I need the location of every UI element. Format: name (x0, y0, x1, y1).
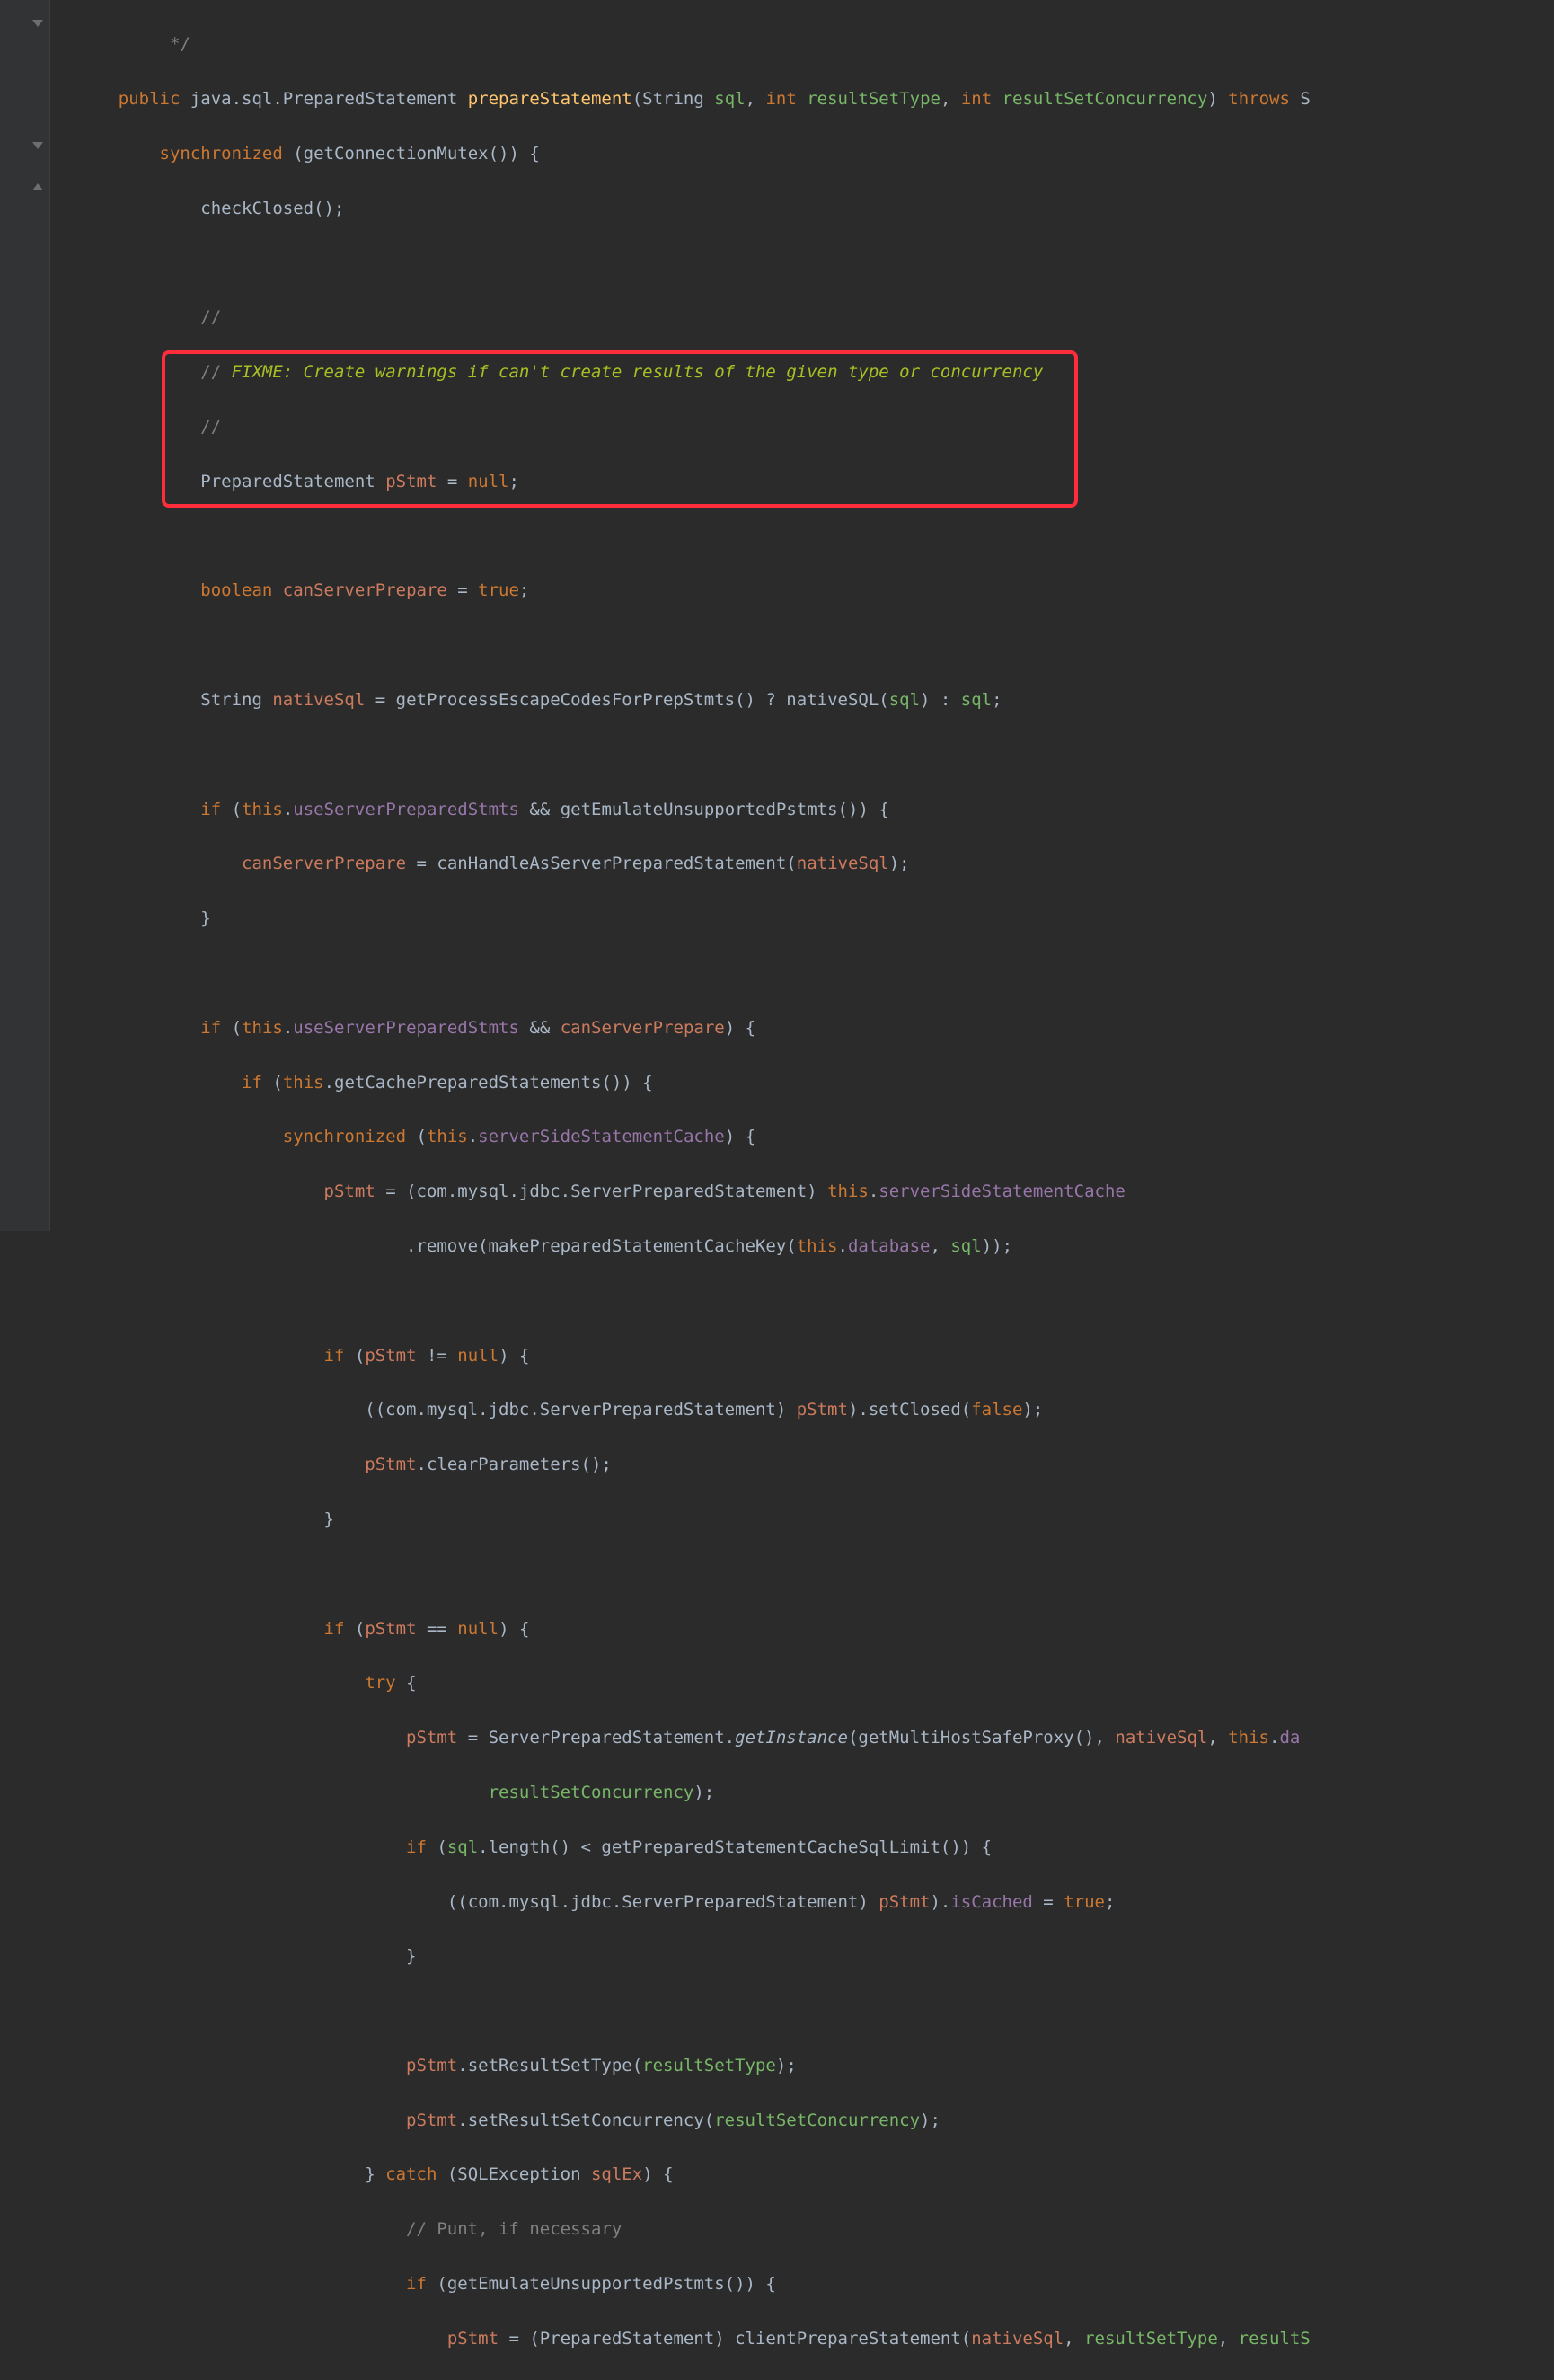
code-line[interactable]: pStmt = (com.mysql.jdbc.ServerPreparedSt… (77, 1178, 1554, 1205)
code-line[interactable]: ((com.mysql.jdbc.ServerPreparedStatement… (77, 1396, 1554, 1423)
code-line[interactable]: } (77, 905, 1554, 932)
code-line[interactable]: try { (77, 1669, 1554, 1696)
code-line[interactable]: if (pStmt == null) { (77, 1615, 1554, 1642)
code-line[interactable]: } catch (SQLException sqlEx) { (77, 2161, 1554, 2188)
code-line[interactable]: if (this.useServerPreparedStmts && getEm… (77, 796, 1554, 823)
code-line[interactable]: if (this.getCachePreparedStatements()) { (77, 1069, 1554, 1096)
code-line[interactable]: } (77, 1942, 1554, 1969)
code-line[interactable]: // (77, 413, 1554, 440)
code-line[interactable]: checkClosed(); (77, 195, 1554, 222)
code-line[interactable] (77, 1561, 1554, 1588)
code-line[interactable]: .remove(makePreparedStatementCacheKey(th… (77, 1233, 1554, 1260)
code-line[interactable] (77, 1287, 1554, 1314)
fold-end-icon[interactable] (32, 183, 43, 194)
code-line[interactable]: synchronized (this.serverSideStatementCa… (77, 1123, 1554, 1150)
code-line[interactable]: */ (77, 31, 1554, 58)
code-line[interactable]: synchronized (getConnectionMutex()) { (77, 140, 1554, 167)
fold-marker-icon[interactable] (32, 20, 43, 31)
code-line[interactable]: ((com.mysql.jdbc.ServerPreparedStatement… (77, 1889, 1554, 1916)
code-line[interactable]: // Punt, if necessary (77, 2216, 1554, 2243)
code-line[interactable]: pStmt.setResultSetConcurrency(resultSetC… (77, 2107, 1554, 2134)
code-line[interactable] (77, 1997, 1554, 2024)
code-line[interactable] (77, 960, 1554, 987)
code-editor[interactable]: */ public java.sql.PreparedStatement pre… (50, 0, 1554, 1231)
code-line[interactable]: if (sql.length() < getPreparedStatementC… (77, 1834, 1554, 1861)
code-line[interactable]: pStmt = (PreparedStatement) clientPrepar… (77, 2325, 1554, 2352)
code-line[interactable] (77, 741, 1554, 768)
code-line[interactable]: // (77, 304, 1554, 331)
code-line[interactable] (77, 632, 1554, 659)
code-line[interactable]: boolean canServerPrepare = true; (77, 577, 1554, 604)
code-line[interactable]: public java.sql.PreparedStatement prepar… (77, 85, 1554, 112)
code-line[interactable]: if (getEmulateUnsupportedPstmts()) { (77, 2270, 1554, 2297)
code-line[interactable]: // FIXME: Create warnings if can't creat… (77, 358, 1554, 385)
code-line[interactable] (77, 250, 1554, 277)
code-line[interactable] (77, 523, 1554, 550)
code-line[interactable]: pStmt.setResultSetType(resultSetType); (77, 2052, 1554, 2079)
code-line[interactable]: resultSetConcurrency); (77, 1779, 1554, 1806)
fold-marker-icon[interactable] (32, 142, 43, 153)
code-line[interactable]: if (pStmt != null) { (77, 1342, 1554, 1369)
code-line[interactable]: pStmt = ServerPreparedStatement.getInsta… (77, 1724, 1554, 1751)
code-line[interactable]: if (this.useServerPreparedStmts && canSe… (77, 1014, 1554, 1041)
code-line[interactable]: } (77, 1506, 1554, 1533)
code-line[interactable]: pStmt.clearParameters(); (77, 1451, 1554, 1478)
code-line[interactable]: String nativeSql = getProcessEscapeCodes… (77, 686, 1554, 713)
code-line[interactable]: PreparedStatement pStmt = null; (77, 468, 1554, 495)
code-line[interactable]: canServerPrepare = canHandleAsServerPrep… (77, 850, 1554, 877)
editor-gutter[interactable] (0, 0, 50, 1231)
